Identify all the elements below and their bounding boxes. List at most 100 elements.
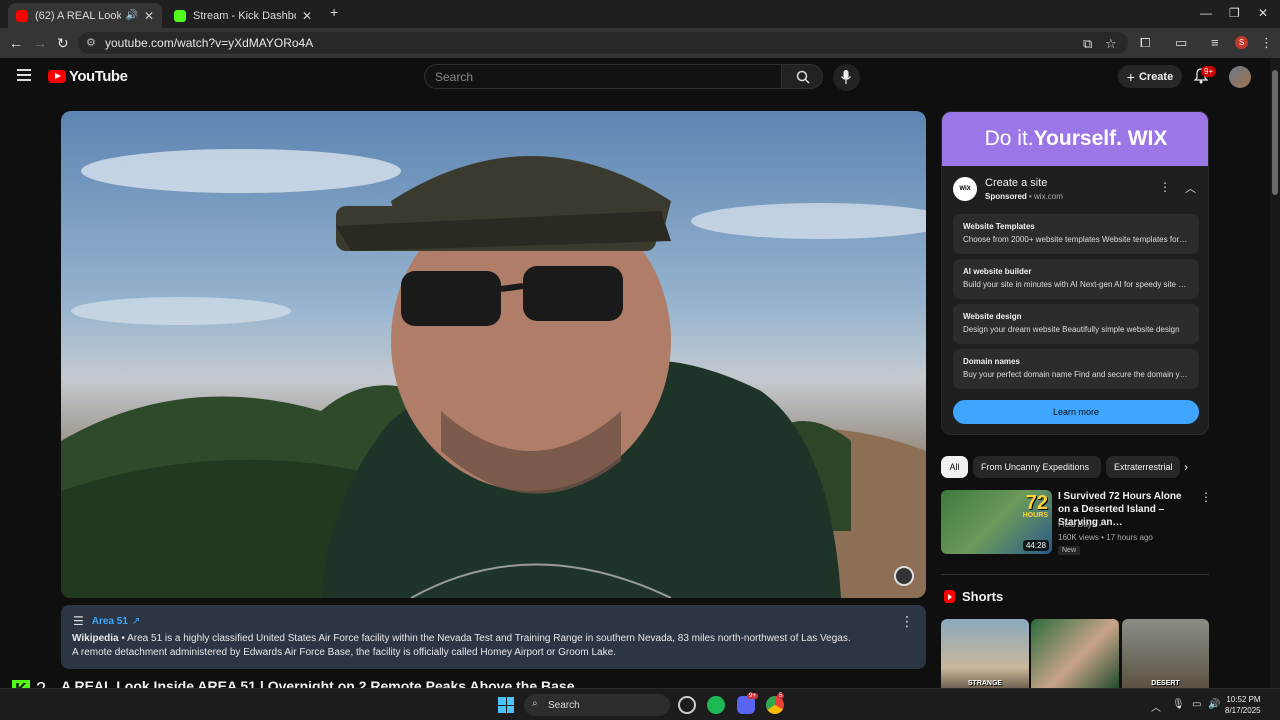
clock-time: 10:52 PM xyxy=(1226,695,1261,704)
search-input[interactable] xyxy=(435,70,765,84)
spotify-app-icon[interactable] xyxy=(707,696,725,714)
video-menu-icon[interactable]: ⋮ xyxy=(1200,490,1212,504)
side-panel-icon[interactable]: ▭ xyxy=(1175,35,1187,51)
chip-uncanny-expeditions[interactable]: From Uncanny Expeditions xyxy=(973,456,1101,478)
tab-title: Stream - Kick Dashboard xyxy=(193,9,296,22)
notification-count-badge: 9+ xyxy=(1201,66,1217,77)
back-icon[interactable]: ← xyxy=(9,35,23,51)
youtube-favicon-icon xyxy=(16,9,28,22)
ad-banner-text-light: Do it. xyxy=(984,127,1034,150)
page-scrollbar[interactable] xyxy=(1270,58,1280,688)
browser-tab-strip: (62) A REAL Look Inside AR 🔊 ✕ Stream - … xyxy=(0,0,1280,28)
site-info-icon[interactable]: ⚙ xyxy=(86,36,96,49)
restore-icon[interactable]: ❐ xyxy=(1229,6,1240,20)
youtube-play-icon xyxy=(48,70,66,83)
extensions-icon[interactable]: ⧠ xyxy=(1140,35,1150,51)
recommended-channel[interactable]: Field Days ✓ xyxy=(1058,520,1105,529)
video-duration: 44:28 xyxy=(1022,540,1049,551)
address-bar[interactable]: ⚙ youtube.com/watch?v=yXdMAYORo4A ⧉ ☆ xyxy=(78,32,1128,54)
scrollbar-thumb[interactable] xyxy=(1272,70,1278,195)
close-tab-icon[interactable]: ✕ xyxy=(144,9,154,23)
article-icon: ☰ xyxy=(73,614,84,628)
ad-sitelink[interactable]: Website design Design your dream website… xyxy=(953,304,1199,344)
chevron-up-icon[interactable]: ︿ xyxy=(1185,180,1196,196)
recommended-video-thumbnail[interactable]: 72 HOURS 44:28 xyxy=(941,490,1052,554)
ad-banner-text-bold: Yourself. WIX xyxy=(1033,127,1168,150)
info-panel-text: Wikipedia • Area 51 is a highly classifi… xyxy=(72,632,902,660)
short-thumbnail[interactable] xyxy=(1031,619,1119,689)
channel-name: Field Days xyxy=(1058,520,1096,529)
kick-favicon-icon xyxy=(174,9,186,22)
new-tab-icon[interactable]: + xyxy=(330,4,338,20)
close-window-icon[interactable]: ✕ xyxy=(1258,6,1268,20)
cast-icon[interactable]: ⧉ xyxy=(1083,36,1092,52)
ad-sitelink[interactable]: Website Templates Choose from 2000+ webs… xyxy=(953,214,1199,254)
info-panel-header[interactable]: ☰ Area 51 ↗ xyxy=(73,614,140,628)
sitelink-desc: Choose from 2000+ website templates Webs… xyxy=(963,235,1189,244)
voice-search-button[interactable] xyxy=(833,64,860,91)
tab-kick-dashboard[interactable]: Stream - Kick Dashboard ✕ xyxy=(166,3,320,28)
ad-menu-icon[interactable]: ⋮ xyxy=(1159,180,1171,194)
url-text: youtube.com/watch?v=yXdMAYORo4A xyxy=(105,36,314,50)
short-thumbnail[interactable]: STRANGE xyxy=(941,619,1029,689)
search-button[interactable] xyxy=(781,64,823,89)
network-icon[interactable]: ▭ xyxy=(1192,699,1201,710)
tab-youtube[interactable]: (62) A REAL Look Inside AR 🔊 ✕ xyxy=(8,3,162,28)
sitelink-title: Website Templates xyxy=(963,222,1035,231)
chrome-badge: 5 xyxy=(777,693,785,699)
sitelink-desc: Build your site in minutes with AI Next-… xyxy=(963,280,1189,289)
discord-badge: 9+ xyxy=(747,693,758,699)
info-source: Wikipedia xyxy=(72,633,119,644)
microphone-icon xyxy=(841,70,851,84)
verified-check-icon: ✓ xyxy=(1098,520,1105,529)
chip-all[interactable]: All xyxy=(941,456,968,478)
ad-title[interactable]: Create a site xyxy=(985,177,1047,189)
account-avatar[interactable] xyxy=(1229,66,1251,88)
speaker-icon[interactable]: 🔊 xyxy=(125,10,137,21)
taskbar-search[interactable]: ⌕ Search xyxy=(524,694,670,716)
microphone-tray-icon[interactable]: 🎙 xyxy=(1172,699,1185,710)
short-thumbnail[interactable]: DESERT xyxy=(1122,619,1209,689)
search-icon: ⌕ xyxy=(532,698,538,709)
create-button[interactable]: + Create xyxy=(1118,65,1182,88)
chip-extraterrestrial[interactable]: Extraterrestrial xyxy=(1106,456,1180,478)
taskbar-search-label: Search xyxy=(548,699,580,711)
ad-sponsor-line: Sponsored • wix.com xyxy=(985,192,1063,201)
search-input-wrapper xyxy=(424,64,782,89)
minimize-icon[interactable]: — xyxy=(1200,6,1212,20)
copilot-app-icon[interactable] xyxy=(678,696,696,714)
profile-icon[interactable]: S xyxy=(1235,36,1248,49)
shorts-heading: Shorts xyxy=(962,589,1004,604)
ad-sitelink[interactable]: Domain names Buy your perfect domain nam… xyxy=(953,349,1199,389)
volume-icon[interactable]: 🔊 xyxy=(1208,699,1220,710)
hamburger-menu-icon[interactable] xyxy=(17,69,31,81)
recommended-meta: 160K views • 17 hours ago xyxy=(1058,533,1153,542)
chrome-menu-icon[interactable]: ⋮ xyxy=(1260,35,1273,51)
clock-date: 8/17/2025 xyxy=(1225,706,1261,715)
info-panel-menu-icon[interactable]: ⋮ xyxy=(900,613,914,630)
sitelink-desc: Buy your perfect domain name Find and se… xyxy=(963,370,1189,379)
windows-start-icon[interactable] xyxy=(498,697,514,713)
system-clock[interactable]: 10:52 PM 8/17/2025 xyxy=(1225,694,1261,716)
tray-overflow-icon[interactable]: ︿ xyxy=(1151,699,1161,714)
info-topic-link[interactable]: Area 51 xyxy=(92,616,128,627)
reload-icon[interactable]: ↻ xyxy=(57,35,69,52)
plus-icon: + xyxy=(1126,68,1135,85)
short-caption: DESERT xyxy=(1151,680,1180,687)
info-line1: • Area 51 is a highly classified United … xyxy=(118,633,851,644)
bookmark-star-icon[interactable]: ☆ xyxy=(1105,36,1117,52)
learn-more-button[interactable]: Learn more xyxy=(953,400,1199,424)
channel-watermark-icon[interactable] xyxy=(894,566,914,586)
sitelink-desc: Design your dream website Beautifully si… xyxy=(963,325,1180,334)
windows-taskbar: ⌕ Search 9+ 5 ︿ 🎙 ▭ 🔊 10:52 PM 8/17/2025 xyxy=(0,688,1280,720)
close-tab-icon[interactable]: ✕ xyxy=(302,9,312,23)
chevron-right-icon[interactable]: › xyxy=(1184,460,1188,474)
ad-sitelink[interactable]: AI website builder Build your site in mi… xyxy=(953,259,1199,299)
ad-banner[interactable]: Do it. Yourself. WIX xyxy=(942,112,1208,166)
youtube-logo[interactable]: YouTube xyxy=(48,68,128,85)
youtube-header: YouTube + Create 9+ xyxy=(0,58,1270,98)
media-controls-icon[interactable]: ≡ xyxy=(1211,35,1219,50)
forward-icon[interactable]: → xyxy=(33,35,47,51)
advertiser-logo[interactable]: WIX xyxy=(953,177,977,201)
video-player[interactable] xyxy=(61,111,926,598)
